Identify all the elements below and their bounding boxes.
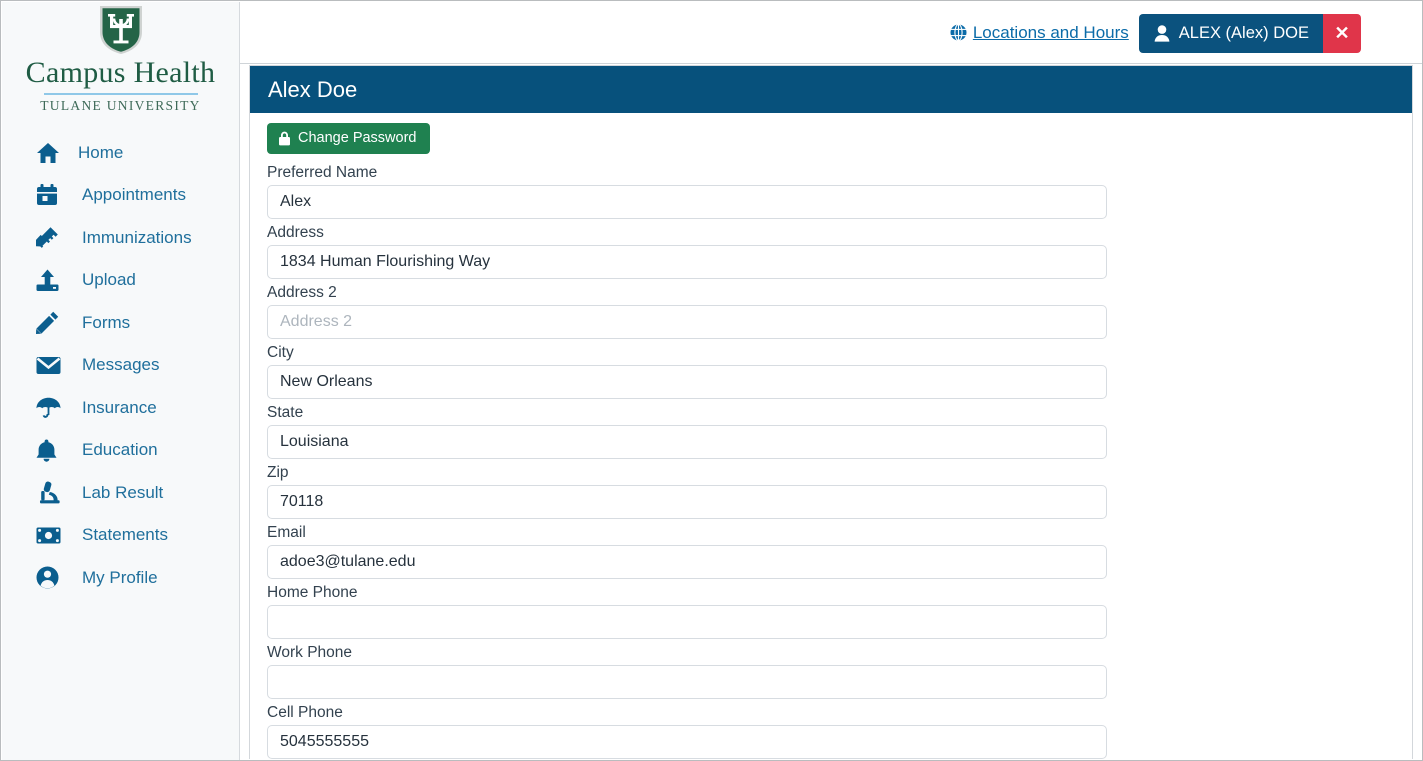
brand-divider — [43, 92, 198, 95]
user-menu-button[interactable]: ALEX (Alex) DOE — [1138, 14, 1323, 53]
sidebar-item-label: Statements — [82, 525, 168, 545]
sidebar-item-lab-result[interactable]: Lab Result — [2, 472, 239, 515]
field-email: Email — [267, 524, 1396, 579]
sidebar-nav: Home Appointments Immunizations Upload F… — [2, 132, 239, 600]
top-header: Locations and Hours ALEX (Alex) DOE ✕ — [240, 2, 1422, 64]
profile-form: Change Password Preferred Name Address A… — [250, 113, 1412, 759]
field-label: Zip — [267, 464, 289, 481]
pencil-icon — [36, 311, 66, 335]
microscope-icon — [36, 481, 66, 504]
sidebar-item-appointments[interactable]: Appointments — [2, 174, 239, 217]
calendar-icon — [36, 184, 66, 206]
email-input[interactable] — [267, 545, 1107, 579]
globe-icon — [950, 24, 967, 41]
field-city: City — [267, 344, 1396, 399]
field-address: Address — [267, 224, 1396, 279]
sidebar-item-label: Lab Result — [82, 482, 164, 502]
page-title: Alex Doe — [250, 66, 1412, 113]
sidebar-item-my-profile[interactable]: My Profile — [2, 557, 239, 600]
close-icon[interactable]: ✕ — [1323, 14, 1361, 53]
user-circle-icon — [36, 566, 66, 589]
locations-link-label: Locations and Hours — [972, 22, 1129, 42]
sidebar-item-label: Upload — [82, 270, 136, 290]
umbrella-icon — [36, 397, 66, 419]
sidebar-item-label: Appointments — [82, 185, 186, 205]
sidebar-item-label: Forms — [82, 312, 131, 332]
field-label: Preferred Name — [267, 164, 378, 181]
brand-name: Campus Health — [25, 56, 216, 89]
field-work-phone: Work Phone — [267, 644, 1396, 699]
change-password-button[interactable]: Change Password — [267, 123, 430, 154]
sidebar-item-messages[interactable]: Messages — [2, 344, 239, 387]
city-input[interactable] — [267, 365, 1107, 399]
envelope-icon — [36, 356, 66, 375]
field-state: State — [267, 404, 1396, 459]
sidebar-item-label: Insurance — [82, 397, 157, 417]
user-icon — [1154, 25, 1170, 42]
syringe-icon — [36, 226, 66, 249]
field-zip: Zip — [267, 464, 1396, 519]
field-label: City — [267, 344, 294, 361]
cell-phone-input[interactable] — [267, 725, 1107, 759]
field-preferred-name: Preferred Name — [267, 164, 1396, 219]
home-phone-input[interactable] — [267, 605, 1107, 639]
field-label: Address — [267, 224, 324, 241]
header-actions: Locations and Hours ALEX (Alex) DOE ✕ — [950, 14, 1361, 53]
sidebar-item-upload[interactable]: Upload — [2, 259, 239, 302]
sidebar-item-label: Messages — [82, 355, 160, 375]
app-window: Campus Health TULANE UNIVERSITY Home App… — [0, 0, 1423, 761]
tulane-shield-icon — [2, 4, 239, 56]
sidebar-item-label: Education — [82, 440, 158, 460]
field-label: Email — [267, 524, 306, 541]
sidebar-item-label: Home — [78, 142, 124, 162]
field-cell-phone: Cell Phone — [267, 704, 1396, 759]
change-password-label: Change Password — [298, 130, 417, 146]
field-label: State — [267, 404, 304, 421]
address-input[interactable] — [267, 245, 1107, 279]
field-address-2: Address 2 — [267, 284, 1396, 339]
field-label: Work Phone — [267, 644, 353, 661]
user-name-label: ALEX (Alex) DOE — [1178, 24, 1309, 42]
sidebar-item-immunizations[interactable]: Immunizations — [2, 217, 239, 260]
field-home-phone: Home Phone — [267, 584, 1396, 639]
sidebar-item-label: My Profile — [82, 567, 158, 587]
field-label: Cell Phone — [267, 704, 343, 721]
sidebar-item-home[interactable]: Home — [2, 132, 239, 175]
locations-and-hours-link[interactable]: Locations and Hours — [950, 23, 1129, 45]
bell-icon — [36, 439, 66, 462]
sidebar-item-insurance[interactable]: Insurance — [2, 387, 239, 430]
profile-panel: Alex Doe Change Password Preferred Name … — [249, 65, 1413, 759]
preferred-name-input[interactable] — [267, 185, 1107, 219]
brand-block: Campus Health TULANE UNIVERSITY — [2, 2, 239, 118]
sidebar: Campus Health TULANE UNIVERSITY Home App… — [2, 2, 240, 760]
state-input[interactable] — [267, 425, 1107, 459]
user-chip: ALEX (Alex) DOE ✕ — [1138, 14, 1361, 53]
home-icon — [36, 142, 66, 164]
field-label: Home Phone — [267, 584, 358, 601]
work-phone-input[interactable] — [267, 665, 1107, 699]
field-label: Address 2 — [267, 284, 337, 301]
brand-subtitle: TULANE UNIVERSITY — [40, 97, 201, 113]
money-bill-icon — [36, 527, 66, 544]
address-2-input[interactable] — [267, 305, 1107, 339]
lock-icon — [278, 131, 291, 146]
sidebar-item-label: Immunizations — [82, 227, 192, 247]
upload-icon — [36, 269, 66, 292]
sidebar-item-education[interactable]: Education — [2, 429, 239, 472]
zip-input[interactable] — [267, 485, 1107, 519]
sidebar-item-statements[interactable]: Statements — [2, 514, 239, 557]
sidebar-item-forms[interactable]: Forms — [2, 302, 239, 345]
